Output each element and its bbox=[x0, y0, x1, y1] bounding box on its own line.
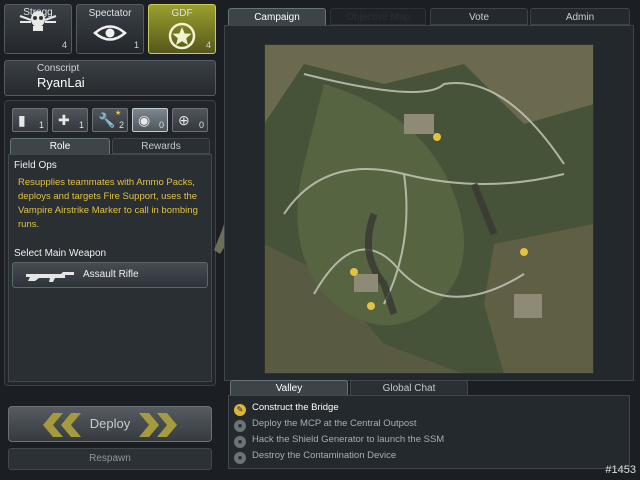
deploy-label: Deploy bbox=[89, 416, 131, 431]
frame-number: #1453 bbox=[605, 464, 636, 476]
tab-admin[interactable]: Admin bbox=[530, 8, 630, 25]
class-fieldops-count: 0 bbox=[158, 120, 164, 130]
team-gdf-count: 4 bbox=[205, 40, 211, 50]
team-strogg-name: Strogg bbox=[23, 7, 53, 18]
weapon-select-button[interactable]: Assault Rifle bbox=[12, 262, 208, 288]
tab-rewards[interactable]: Rewards bbox=[112, 138, 210, 154]
eye-icon bbox=[93, 25, 127, 41]
rifle-icon: ▮ bbox=[18, 112, 26, 128]
team-gdf-button[interactable]: GDF 4 bbox=[148, 4, 216, 54]
objective-item: ● Destroy the Contamination Device bbox=[234, 449, 396, 464]
tab-objective-map[interactable]: Objective Map bbox=[330, 8, 426, 25]
class-engineer-count: 2 bbox=[118, 120, 124, 130]
player-rank: Conscript bbox=[37, 63, 80, 74]
player-name: RyanLai bbox=[37, 75, 85, 90]
class-fieldops-button[interactable]: ◉ 0 bbox=[132, 108, 168, 132]
tab-role[interactable]: Role bbox=[10, 138, 110, 154]
objective-icon: ● bbox=[234, 452, 246, 464]
tab-vote[interactable]: Vote bbox=[430, 8, 528, 25]
select-weapon-label: Select Main Weapon bbox=[14, 248, 107, 259]
chevrons-left-icon bbox=[43, 413, 81, 437]
objective-item: ● Deploy the MCP at the Central Outpost bbox=[234, 417, 417, 432]
class-engineer-button[interactable]: 🔧 ★ 2 bbox=[92, 108, 128, 132]
team-spectator-name: Spectator bbox=[88, 8, 132, 19]
class-covertops-button[interactable]: ⊕ 0 bbox=[172, 108, 208, 132]
team-spectator-button[interactable]: Spectator 1 bbox=[76, 4, 144, 54]
medic-cross-icon: ✚ bbox=[58, 112, 70, 128]
star-icon: ★ bbox=[115, 110, 122, 117]
tab-global-chat[interactable]: Global Chat bbox=[350, 380, 468, 396]
class-covertops-count: 0 bbox=[198, 120, 204, 130]
crosshair-icon: ⊕ bbox=[178, 112, 190, 128]
objective-item: ✎ Construct the Bridge bbox=[234, 401, 339, 416]
gdf-star-icon bbox=[168, 22, 196, 50]
tab-valley[interactable]: Valley bbox=[230, 380, 348, 396]
objective-item: ● Hack the Shield Generator to launch the… bbox=[234, 433, 444, 448]
tab-campaign[interactable]: Campaign bbox=[228, 8, 326, 25]
objective-icon: ● bbox=[234, 420, 246, 432]
objective-icon: ● bbox=[234, 436, 246, 448]
class-soldier-count: 1 bbox=[38, 120, 44, 130]
campaign-map[interactable] bbox=[264, 44, 594, 374]
deploy-button[interactable]: Deploy bbox=[8, 406, 212, 442]
role-description: Resupplies teammates with Ammo Packs, de… bbox=[18, 177, 198, 230]
respawn-button[interactable]: Respawn bbox=[8, 448, 212, 470]
team-strogg-count: 4 bbox=[61, 40, 67, 50]
team-gdf-name: GDF bbox=[171, 8, 193, 19]
class-medic-button[interactable]: ✚ 1 bbox=[52, 108, 88, 132]
role-title: Field Ops bbox=[14, 160, 57, 171]
wrench-icon: ✎ bbox=[234, 404, 246, 416]
team-strogg-button[interactable]: Strogg 4 bbox=[4, 4, 72, 54]
wrench-icon: 🔧 bbox=[98, 112, 116, 128]
class-medic-count: 1 bbox=[78, 120, 84, 130]
weapon-name: Assault Rifle bbox=[83, 269, 139, 280]
class-soldier-button[interactable]: ▮ 1 bbox=[12, 108, 48, 132]
binoculars-icon: ◉ bbox=[138, 112, 151, 128]
team-spectator-count: 1 bbox=[133, 40, 139, 50]
chevrons-right-icon bbox=[139, 413, 177, 437]
assault-rifle-icon bbox=[26, 272, 74, 282]
player-card: Conscript RyanLai bbox=[4, 60, 216, 96]
